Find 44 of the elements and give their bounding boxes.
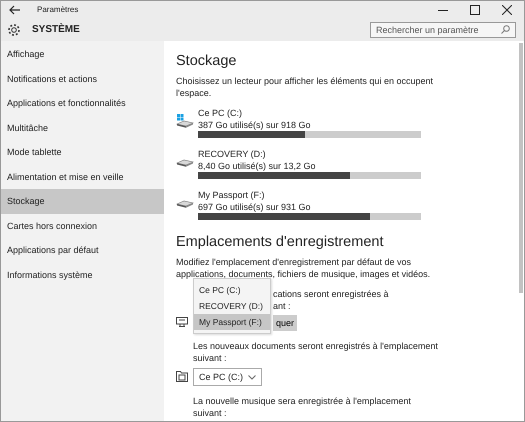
drive-name[interactable]: My Passport (F:): [198, 189, 421, 201]
monitor-icon: [176, 317, 188, 327]
drive-usage-text: 8,40 Go utilisé(s) sur 13,2 Go: [198, 160, 317, 172]
save-location-label: suivant :: [193, 407, 228, 419]
apply-button[interactable]: quer: [273, 315, 298, 331]
drive-icon[interactable]: [176, 114, 194, 128]
dropdown-option[interactable]: My Passport (F:): [194, 314, 270, 330]
drive-usage-text: 697 Go utilisé(s) sur 931 Go: [198, 201, 312, 213]
drive-usage-text: 387 Go utilisé(s) sur 918 Go: [198, 119, 312, 131]
save-location-label: suivant :: [193, 352, 228, 364]
drive-name[interactable]: RECOVERY (D:): [198, 148, 421, 160]
sidebar-item[interactable]: Alimentation et mise en veille: [1, 164, 164, 189]
close-icon[interactable]: [502, 4, 512, 14]
sidebar-item[interactable]: Mode tablette: [1, 140, 164, 164]
sidebar-item[interactable]: Affichage: [1, 42, 164, 66]
window-title: Paramètres: [37, 5, 78, 14]
section-title: SYSTÈME: [32, 24, 80, 35]
scrollbar[interactable]: [517, 41, 524, 421]
chevron-down-icon: [248, 374, 256, 380]
back-arrow-icon[interactable]: [9, 4, 21, 14]
save-location-label: La nouvelle musique sera enregistrée à l'emplacement: [193, 395, 411, 407]
search-field[interactable]: Rechercher un paramètre: [370, 22, 516, 38]
sidebar-item[interactable]: Notifications et actions: [1, 66, 164, 91]
sidebar-item[interactable]: Applications par défaut: [1, 238, 164, 262]
sidebar-item[interactable]: Multitâche: [1, 116, 164, 140]
save-location-label: ant :: [273, 300, 292, 312]
description-text: Choisissez un lecteur pour afficher les éléments qui en occupent l'espace.: [176, 75, 434, 99]
maximize-icon[interactable]: [470, 4, 480, 14]
sidebar-item[interactable]: Cartes hors connexion: [1, 214, 164, 238]
drive-dropdown[interactable]: Ce PC (C:): [193, 368, 262, 386]
dropdown-option[interactable]: Ce PC (C:): [194, 282, 270, 298]
search-icon: [501, 25, 510, 34]
save-location-label: cations seront enregistrées à: [273, 288, 389, 300]
description-text: Modifiez l'emplacement d'enregistrement par défaut de vos applications, documents, fichiers de musique, images et vidéos.: [176, 256, 432, 280]
sidebar-item[interactable]: Applications et fonctionnalités: [1, 91, 164, 116]
section-heading: Stockage: [176, 53, 238, 69]
sidebar-item[interactable]: Stockage: [1, 189, 164, 214]
dropdown-option[interactable]: RECOVERY (D:): [194, 298, 270, 314]
settings-icon: [7, 22, 21, 36]
drive-name[interactable]: Ce PC (C:): [198, 107, 421, 119]
sidebar-item[interactable]: Informations système: [1, 262, 164, 287]
documents-icon: [176, 370, 188, 382]
section-heading: Emplacements d'enregistrement: [176, 234, 384, 250]
save-location-label: Les nouveaux documents seront enregistrés à l'emplacement: [193, 340, 438, 352]
